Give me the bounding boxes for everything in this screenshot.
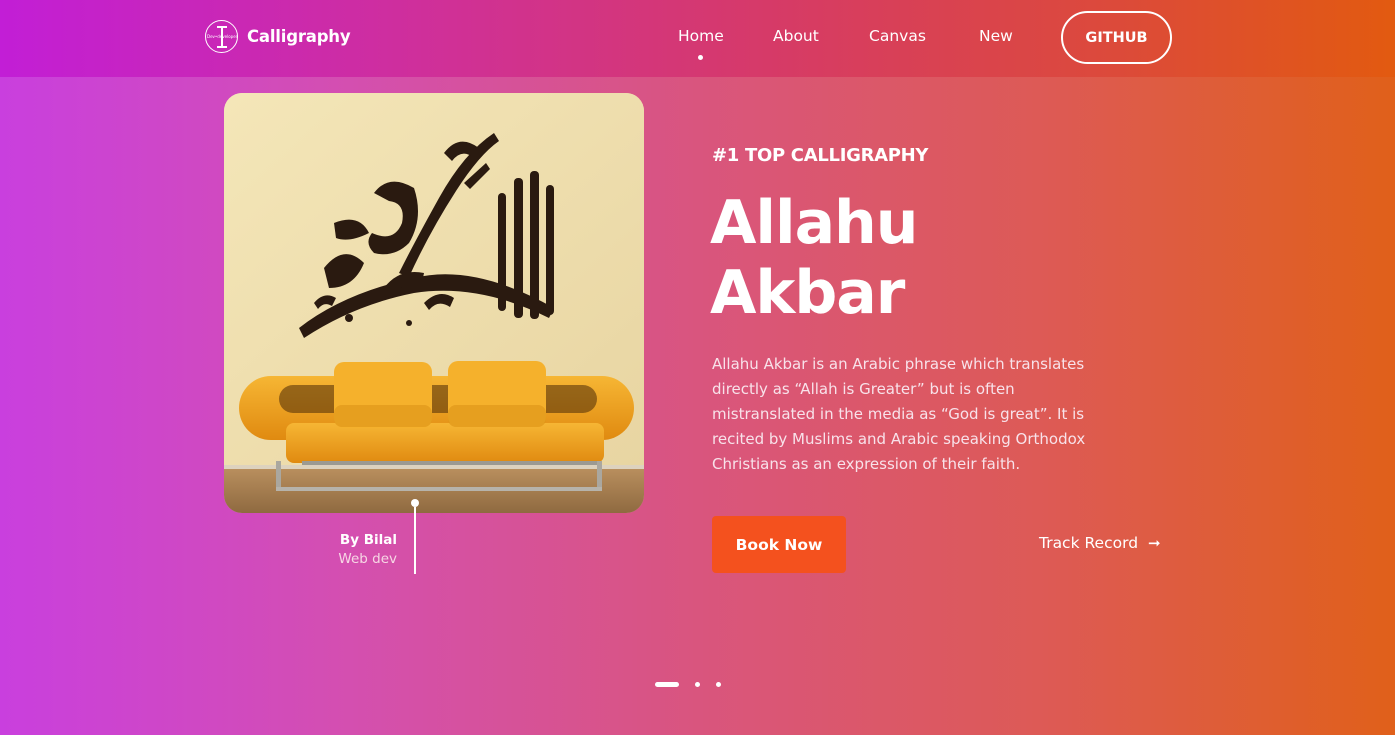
nav-item-label: Canvas xyxy=(869,27,926,45)
image-marker-line xyxy=(414,507,416,574)
site-header: Dev•developer Calligraphy Home About Can… xyxy=(0,0,1395,77)
track-record-link[interactable]: Track Record ➞ xyxy=(1039,534,1161,552)
book-now-button[interactable]: Book Now xyxy=(712,516,846,573)
active-indicator xyxy=(698,55,704,60)
pager-dot[interactable] xyxy=(695,682,700,687)
calligraphy-sofa-illustration xyxy=(224,93,644,513)
hero-title-line1: Allahu xyxy=(710,188,918,258)
track-record-label: Track Record xyxy=(1039,534,1139,552)
pager-dot[interactable] xyxy=(716,682,721,687)
author-name: By Bilal xyxy=(339,532,397,548)
hero-description: Allahu Akbar is an Arabic phrase which t… xyxy=(712,355,1086,473)
nav-item-home[interactable]: Home xyxy=(678,27,724,60)
logo-emblem-icon: Dev•developer xyxy=(205,20,238,53)
author-credit: By Bilal Web dev xyxy=(300,532,397,567)
nav-item-label: New xyxy=(979,27,1013,45)
arrow-right-icon: ➞ xyxy=(1148,534,1161,552)
nav-item-label: Home xyxy=(678,27,724,45)
image-marker-dot xyxy=(411,499,419,507)
hero-kicker: #1 TOP CALLIGRAPHY xyxy=(712,145,929,166)
logo-small-text: Dev•developer xyxy=(207,34,238,39)
hero-title: Allahu Akbar xyxy=(710,188,918,328)
pager-dot-active[interactable] xyxy=(655,682,679,687)
author-role: Web dev xyxy=(338,551,397,567)
nav-item-new[interactable]: New xyxy=(979,27,1013,45)
github-button[interactable]: GITHUB xyxy=(1061,11,1172,64)
brand-name: Calligraphy xyxy=(247,27,351,46)
hero-image xyxy=(224,93,644,513)
hero-title-line2: Akbar xyxy=(710,258,905,328)
brand-logo[interactable]: Dev•developer Calligraphy xyxy=(205,20,351,53)
nav-item-canvas[interactable]: Canvas xyxy=(869,27,926,45)
nav-item-about[interactable]: About xyxy=(773,27,819,45)
nav-item-label: About xyxy=(773,27,819,45)
